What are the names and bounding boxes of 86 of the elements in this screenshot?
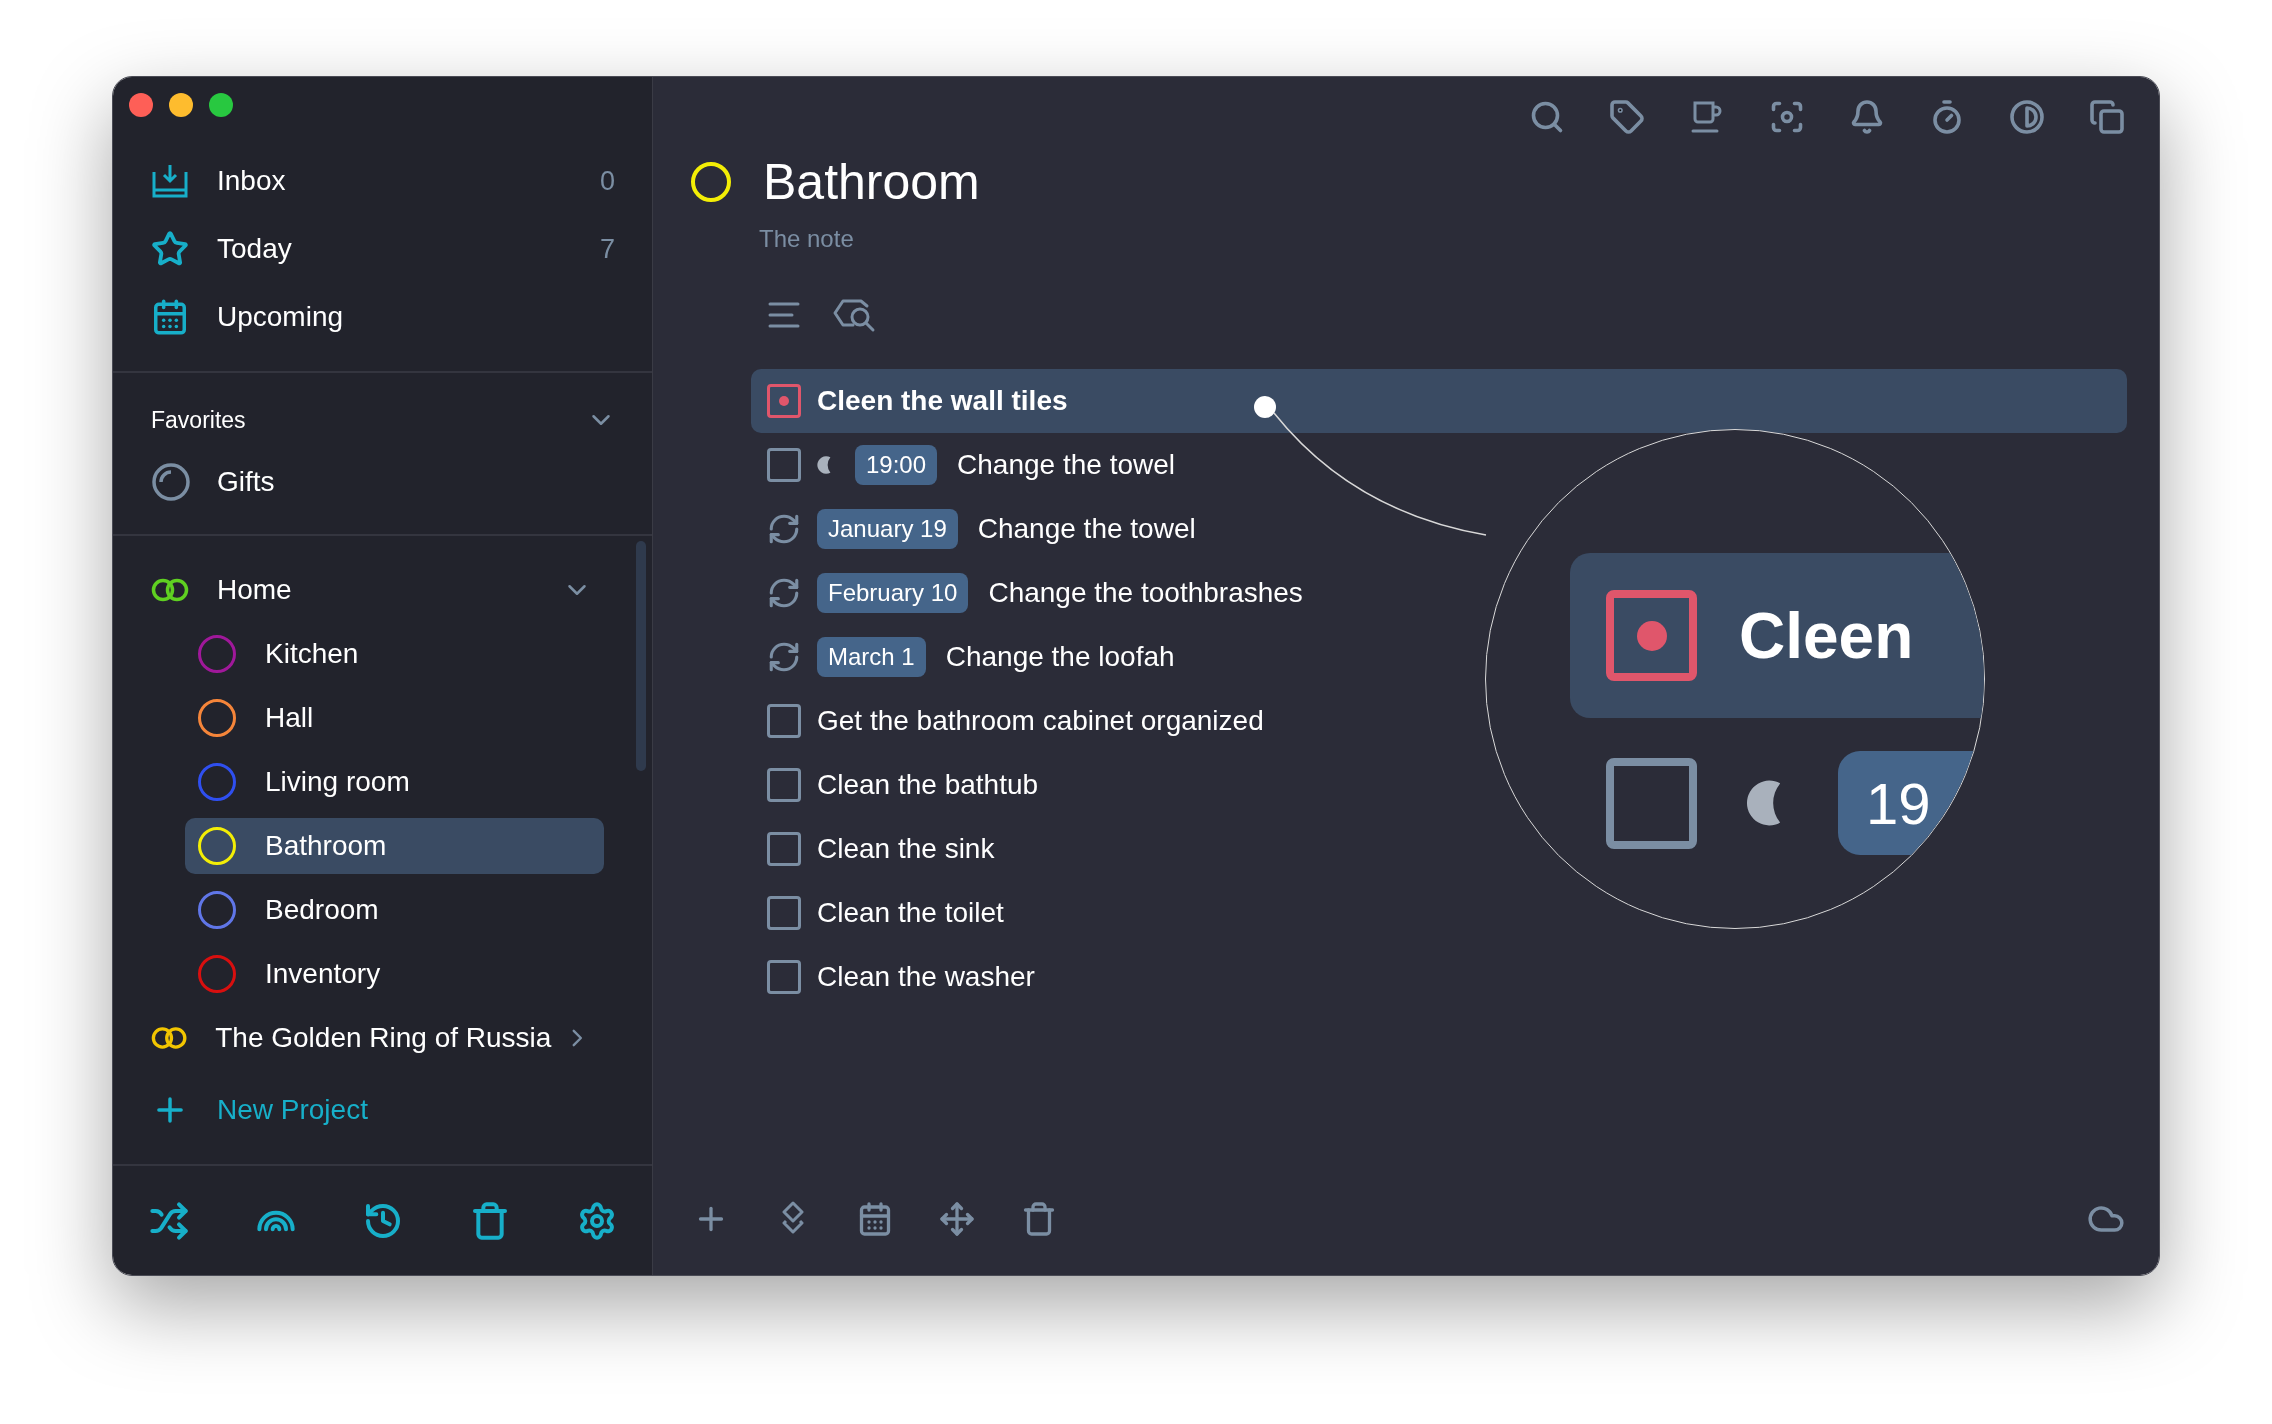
trash-icon[interactable]: [470, 1200, 510, 1241]
repeat-icon: [767, 640, 801, 674]
new-project-button[interactable]: New Project: [113, 1070, 652, 1150]
checkbox[interactable]: [767, 768, 801, 802]
date-tag: February 10: [817, 573, 969, 613]
project-item[interactable]: Inventory: [185, 946, 604, 1002]
progress-circle-icon: [151, 462, 191, 502]
project-note: The note: [759, 224, 854, 254]
project-item[interactable]: Living room: [185, 754, 604, 810]
project-group-item[interactable]: The Golden Ring of Russia: [113, 1006, 652, 1070]
align-lines-icon[interactable]: [767, 301, 801, 329]
bell-icon[interactable]: [1849, 99, 1885, 135]
task-title: Get the bathroom cabinet organized: [817, 704, 1264, 738]
project-group-label: Home: [217, 573, 292, 607]
contrast-icon[interactable]: [2009, 99, 2045, 135]
move-icon[interactable]: [939, 1201, 975, 1237]
favorite-label: Gifts: [217, 465, 275, 499]
task-row[interactable]: Clean the toilet: [751, 881, 1020, 945]
minimize-button[interactable]: [169, 93, 193, 117]
checkbox[interactable]: [767, 896, 801, 930]
date-tag: 19:00: [855, 445, 938, 485]
task-title: Change the towel: [957, 448, 1175, 482]
task-row[interactable]: 19:00 Change the towel: [751, 433, 1191, 497]
nav-label: Inbox: [217, 164, 286, 198]
task-row[interactable]: Cleen the wall tiles: [751, 369, 2127, 433]
project-group-item[interactable]: Home: [113, 558, 652, 622]
task-title: Clean the toilet: [817, 896, 1004, 930]
project-label: Kitchen: [265, 637, 359, 671]
repeat-icon: [767, 576, 801, 610]
project-group-label: The Golden Ring of Russia: [215, 1021, 552, 1055]
settings-icon[interactable]: [577, 1200, 617, 1241]
copy-icon[interactable]: [2089, 99, 2125, 135]
task-title: Change the toothbrashes: [988, 576, 1303, 610]
date-tag: March 1: [817, 637, 926, 677]
section-title: Favorites: [151, 405, 246, 435]
task-title: Clean the washer: [817, 960, 1035, 994]
item-count: 0: [599, 164, 615, 198]
project-item[interactable]: Hall: [185, 690, 604, 746]
project-label: Living room: [265, 765, 410, 799]
search-icon[interactable]: [1529, 99, 1565, 135]
shuffle-icon[interactable]: [149, 1200, 189, 1241]
item-count: 7: [599, 232, 615, 266]
nav-item[interactable]: Today 7: [113, 215, 652, 283]
nav-label: Upcoming: [217, 300, 344, 334]
star-icon: [151, 230, 189, 268]
magnified-task-title: Cleen: [1739, 603, 1914, 668]
project-item[interactable]: Bedroom: [185, 882, 604, 938]
project-label: Hall: [265, 701, 314, 735]
project-title: Bathroom: [763, 157, 980, 207]
task-title: Change the towel: [977, 512, 1196, 546]
task-row[interactable]: January 19 Change the towel: [751, 497, 1212, 561]
checkbox[interactable]: [767, 448, 801, 482]
task-row[interactable]: Clean the bathtub: [751, 753, 1055, 817]
date-tag: January 19: [817, 509, 958, 549]
calendar-icon[interactable]: [857, 1201, 893, 1237]
task-row[interactable]: Clean the sink: [751, 817, 1011, 881]
favorite-item[interactable]: Gifts: [113, 448, 652, 516]
task-title: Cleen the wall tiles: [817, 384, 1068, 418]
project-label: Bathroom: [265, 829, 387, 863]
nav-item[interactable]: Inbox 0: [113, 147, 652, 215]
project-label: Bedroom: [265, 893, 379, 927]
trash-icon[interactable]: [1021, 1201, 1057, 1237]
task-row[interactable]: Get the bathroom cabinet organized: [751, 689, 1280, 753]
calendar-icon: [151, 298, 189, 336]
checkbox[interactable]: [767, 704, 801, 738]
checkbox[interactable]: [767, 832, 801, 866]
task-row[interactable]: March 1 Change the loofah: [751, 625, 1191, 689]
task-title: Clean the sink: [817, 832, 995, 866]
nav-label: Today: [217, 232, 292, 266]
tag-icon[interactable]: [1609, 99, 1645, 135]
nav-item[interactable]: Upcoming: [113, 283, 652, 351]
task-row[interactable]: Clean the washer: [751, 945, 1051, 1009]
scrollbar-thumb[interactable]: [636, 541, 646, 771]
task-title: Change the loofah: [945, 640, 1175, 674]
project-item[interactable]: Kitchen: [185, 626, 604, 682]
project-label: Inventory: [265, 957, 381, 991]
task-title: Clean the bathtub: [817, 768, 1039, 802]
repeat-icon: [767, 512, 801, 546]
checkbox[interactable]: [767, 384, 801, 418]
checkbox[interactable]: [767, 960, 801, 994]
close-button[interactable]: [129, 93, 153, 117]
focus-icon[interactable]: [1769, 99, 1805, 135]
inbox-tray-icon: [152, 164, 188, 198]
project-item[interactable]: Bathroom: [185, 818, 604, 874]
zoom-button[interactable]: [209, 93, 233, 117]
task-row[interactable]: February 10 Change the toothbrashes: [751, 561, 1319, 625]
